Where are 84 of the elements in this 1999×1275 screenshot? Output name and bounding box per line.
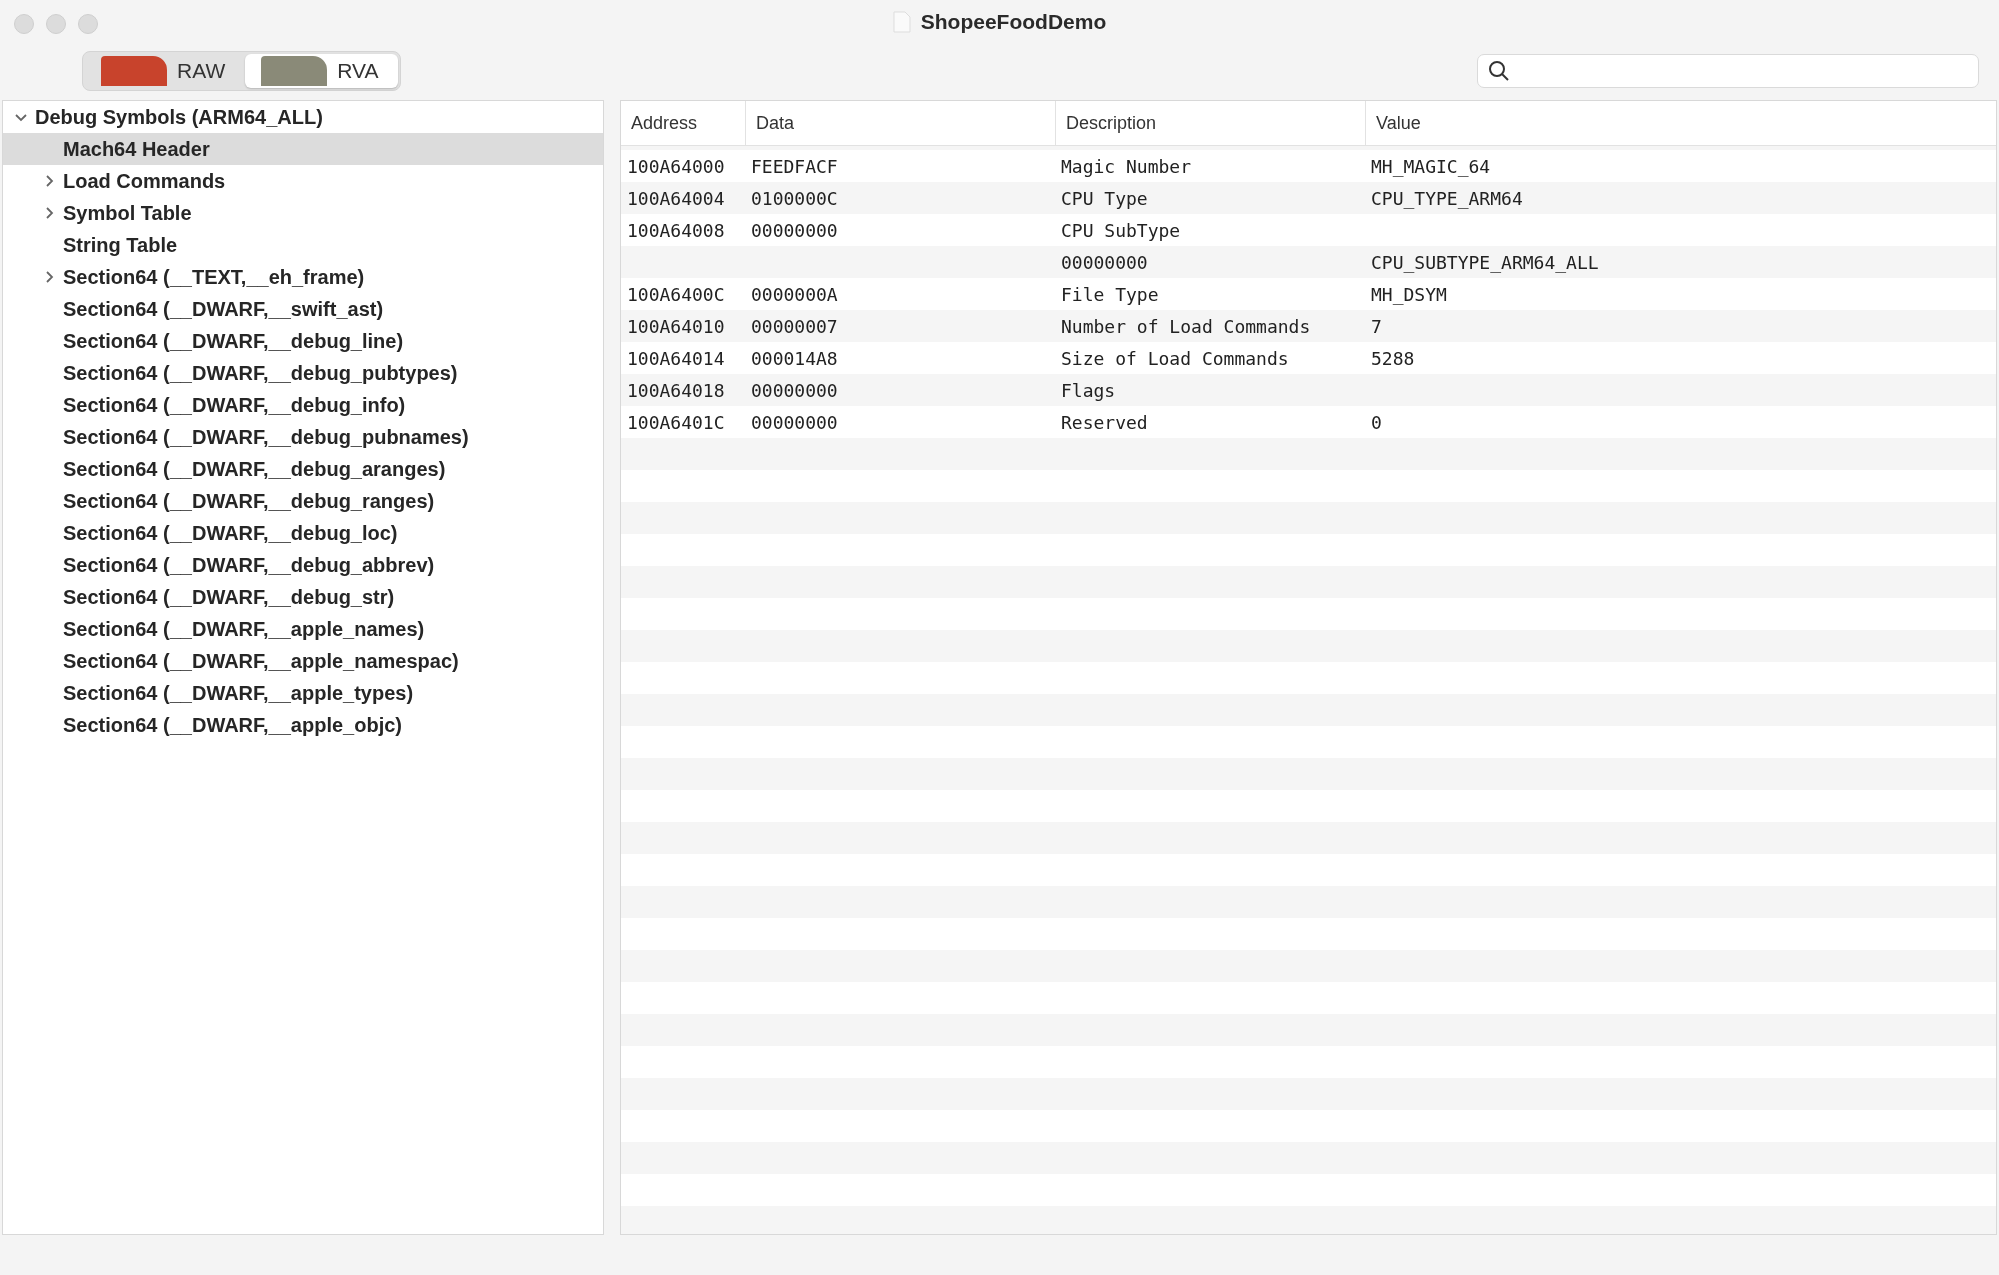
segment-button[interactable]: RVA: [245, 54, 399, 88]
table-cell-text: CPU_TYPE_ARM64: [1370, 186, 1524, 211]
tree-item-label: Section64 (__DWARF,__debug_info): [63, 393, 406, 417]
column-header[interactable]: Address: [621, 101, 745, 145]
table-cell-text: 00000007: [750, 314, 839, 339]
tree-row[interactable]: Section64 (__DWARF,__debug_loc): [3, 517, 603, 549]
tree-row[interactable]: String Table: [3, 229, 603, 261]
tree-item-label: Section64 (__DWARF,__debug_pubnames): [63, 425, 469, 449]
tree-item-label: Section64 (__TEXT,__eh_frame): [63, 265, 365, 289]
tree-item-label: Section64 (__DWARF,__apple_objc): [63, 713, 402, 737]
table-cell-text: 00000000: [750, 218, 839, 243]
table-cell-text: Number of Load Commands: [1060, 314, 1312, 339]
tree-row[interactable]: Section64 (__DWARF,__debug_abbrev): [3, 549, 603, 581]
segment-button[interactable]: RAW: [85, 54, 246, 88]
table-cell-text: File Type: [1060, 282, 1160, 307]
table-cell-text: Flags: [1060, 378, 1117, 403]
table-cell-text: Size of Load Commands: [1060, 346, 1290, 371]
tree-row[interactable]: Section64 (__DWARF,__apple_namespac): [3, 645, 603, 677]
tree-row[interactable]: Debug Symbols (ARM64_ALL): [3, 101, 603, 133]
tree-row[interactable]: Section64 (__TEXT,__eh_frame): [3, 261, 603, 293]
document-icon: [892, 11, 911, 33]
table-cell-text: CPU Type: [1060, 186, 1149, 211]
window-title: ShopeeFoodDemo: [920, 10, 1107, 34]
tree-row[interactable]: Load Commands: [3, 165, 603, 197]
table-cell-text: 0000000A: [750, 282, 839, 307]
table-cell-text: 100A64018: [626, 378, 726, 403]
tree-item-label: Section64 (__DWARF,__debug_pubtypes): [63, 361, 458, 385]
tree-item-label: Section64 (__DWARF,__debug_str): [63, 585, 395, 609]
tree-row[interactable]: Section64 (__DWARF,__debug_pubtypes): [3, 357, 603, 389]
table-cell-text: Magic Number: [1060, 154, 1193, 179]
table-cell-text: MH_DSYM: [1370, 282, 1448, 307]
table-cell-text: 0: [1370, 410, 1383, 435]
tree-item-label: Section64 (__DWARF,__apple_names): [63, 617, 425, 641]
tree-row[interactable]: Section64 (__DWARF,__debug_str): [3, 581, 603, 613]
table-cell-text: CPU_SUBTYPE_ARM64_ALL: [1370, 250, 1600, 275]
column-header[interactable]: Data: [745, 101, 1055, 145]
tree-item-label: Section64 (__DWARF,__debug_line): [63, 329, 404, 353]
table-cell-text: 100A64014: [626, 346, 726, 371]
search-icon: [1488, 60, 1510, 82]
tree-item-label: Debug Symbols (ARM64_ALL): [35, 105, 323, 129]
tree-row[interactable]: Section64 (__DWARF,__debug_line): [3, 325, 603, 357]
tree-item-label: Section64 (__DWARF,__apple_types): [63, 681, 414, 705]
tree-row[interactable]: Section64 (__DWARF,__debug_ranges): [3, 485, 603, 517]
tree-row[interactable]: Section64 (__DWARF,__debug_aranges): [3, 453, 603, 485]
tree-item-label: String Table: [63, 233, 178, 257]
tree-item-label: Mach64 Header: [63, 137, 210, 161]
tree-item-label: Symbol Table: [63, 201, 192, 225]
tree-item-label: Section64 (__DWARF,__debug_loc): [63, 521, 398, 545]
tree-row[interactable]: Symbol Table: [3, 197, 603, 229]
table-cell-text: 100A6400C: [626, 282, 726, 307]
table-cell-text: Reserved: [1060, 410, 1149, 435]
tree-row[interactable]: Section64 (__DWARF,__swift_ast): [3, 293, 603, 325]
table-cell-text: 0100000C: [750, 186, 839, 211]
column-header[interactable]: Description: [1055, 101, 1365, 145]
tree-row[interactable]: Section64 (__DWARF,__debug_pubnames): [3, 421, 603, 453]
table-cell-text: 100A64008: [626, 218, 726, 243]
tree-row[interactable]: Mach64 Header: [3, 133, 603, 165]
tree-row[interactable]: Section64 (__DWARF,__apple_types): [3, 677, 603, 709]
table-cell-text: 000014A8: [750, 346, 839, 371]
tree-row[interactable]: Section64 (__DWARF,__apple_names): [3, 613, 603, 645]
photo-placeholder: [101, 56, 167, 86]
table-cell-text: MH_MAGIC_64: [1370, 154, 1492, 179]
table-cell-text: 00000000: [1060, 250, 1149, 275]
tree-item-label: Section64 (__DWARF,__debug_abbrev): [63, 553, 435, 577]
table-cell-text: 100A64000: [626, 154, 726, 179]
tree-row[interactable]: Section64 (__DWARF,__apple_objc): [3, 709, 603, 741]
tree-item-label: Section64 (__DWARF,__swift_ast): [63, 297, 384, 321]
tree-item-label: Section64 (__DWARF,__debug_aranges): [63, 457, 446, 481]
table-cell-text: 100A64004: [626, 186, 726, 211]
tree-item-label: Section64 (__DWARF,__debug_ranges): [63, 489, 435, 513]
table-cell-text: 00000000: [750, 378, 839, 403]
photo-placeholder: [261, 56, 328, 86]
tree-row[interactable]: Section64 (__DWARF,__debug_info): [3, 389, 603, 421]
table-cell-text: FEEDFACF: [750, 154, 839, 179]
tree-item-label: Section64 (__DWARF,__apple_namespac): [63, 649, 459, 673]
table-cell-text: 100A64010: [626, 314, 726, 339]
tree-item-label: Load Commands: [63, 169, 226, 193]
table-cell-text: 5288: [1370, 346, 1416, 371]
table-cell-text: 00000000: [750, 410, 839, 435]
table-cell-text: 100A6401C: [626, 410, 726, 435]
search-field[interactable]: [1477, 54, 1979, 88]
column-header[interactable]: Value: [1365, 101, 1996, 145]
table-cell-text: 7: [1370, 314, 1383, 339]
table-cell-text: CPU SubType: [1060, 218, 1182, 243]
